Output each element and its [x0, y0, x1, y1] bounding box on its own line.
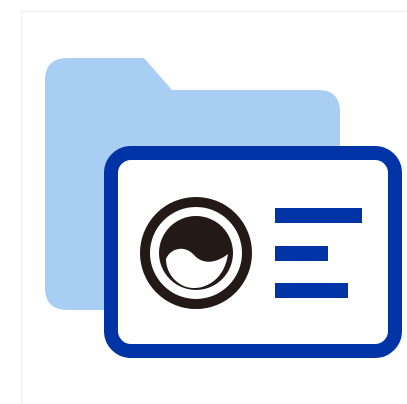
card-line-1 [275, 208, 362, 223]
canvas [0, 0, 407, 404]
card-line-2 [275, 246, 328, 261]
card-line-3 [275, 283, 348, 298]
folder-contact-card-icon [45, 58, 402, 358]
contact-card [104, 146, 402, 358]
